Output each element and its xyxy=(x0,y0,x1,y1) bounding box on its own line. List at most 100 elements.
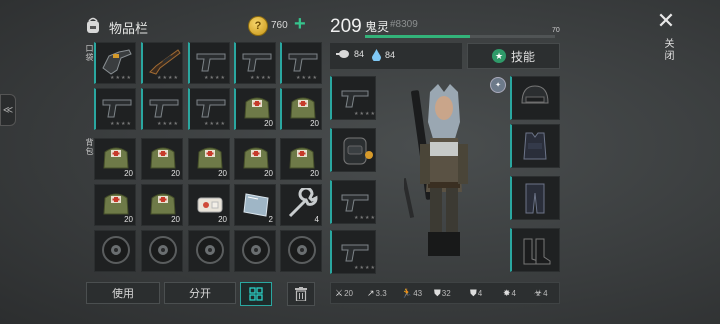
quality-stars: ★★★★ xyxy=(250,75,272,81)
inventory-slot[interactable]: ★★★★ xyxy=(141,88,183,130)
sort-grid-button[interactable] xyxy=(240,282,272,306)
water-stat: 84 xyxy=(372,49,395,61)
pistol-icon xyxy=(149,99,179,118)
inventory-slot[interactable] xyxy=(188,230,230,272)
combat-stat-value: 4 xyxy=(543,289,548,298)
slot-quantity: 20 xyxy=(310,169,319,178)
inventory-slot[interactable] xyxy=(280,230,322,272)
helmet-icon xyxy=(521,85,549,104)
pistol-icon xyxy=(102,99,132,118)
equip-helmet-slot[interactable] xyxy=(510,76,560,120)
character-header: 209 鬼灵 #8309 70 xyxy=(330,14,560,40)
resistance-icon: ✸ xyxy=(503,288,511,298)
combat-stat: ⛊ 4 xyxy=(470,288,482,299)
food-value: 84 xyxy=(354,49,365,59)
slot-quantity: 20 xyxy=(124,215,133,224)
quality-stars: ★★★★ xyxy=(157,75,179,81)
slot-quantity: 20 xyxy=(218,215,227,224)
tactical-vest-icon xyxy=(523,132,547,160)
close-icon: ✕ xyxy=(656,8,676,33)
close-button[interactable]: ✕ xyxy=(655,8,677,33)
inventory-slot[interactable]: 20 xyxy=(94,184,136,226)
trash-button[interactable] xyxy=(287,282,315,306)
survival-stats: 84 84 xyxy=(330,43,462,69)
inventory-slot[interactable]: ★★★★ xyxy=(188,88,230,130)
character-name: 鬼灵 xyxy=(365,20,390,34)
slot-quantity: 20 xyxy=(310,119,319,128)
quality-stars: ★★★★ xyxy=(110,75,132,81)
skills-label: 技能 xyxy=(510,49,535,64)
tire-icon xyxy=(288,236,316,264)
toxic-icon: ☣ xyxy=(534,288,543,298)
inventory-slot[interactable]: 20 xyxy=(188,184,230,226)
combat-stat-value: 4 xyxy=(511,289,516,298)
inventory-slot[interactable]: 20 xyxy=(234,138,276,180)
equip-vest-slot[interactable] xyxy=(510,124,560,168)
clan-badge-icon[interactable]: ✦ xyxy=(490,77,506,93)
inventory-slot[interactable] xyxy=(141,230,183,272)
inventory-slot[interactable]: 20 xyxy=(234,88,276,130)
quality-stars: ★★★★ xyxy=(204,75,226,81)
skills-button[interactable]: ★ 技能 xyxy=(467,43,560,69)
inventory-slot[interactable]: ★★★★ xyxy=(141,42,183,84)
inventory-slot[interactable]: ★★★★ xyxy=(94,88,136,130)
equip-primary-weapon-slot[interactable]: ★★★★ xyxy=(330,76,376,120)
combat-stat-value: 3.3 xyxy=(375,289,387,298)
pistol-icon xyxy=(341,244,369,262)
inventory-slot[interactable]: 20 xyxy=(280,138,322,180)
armor-icon: ⛊ xyxy=(470,288,477,298)
meat-icon xyxy=(336,50,349,58)
combat-stat: 🏃 43 xyxy=(401,288,422,299)
inventory-header: 物品栏 ? 760 + xyxy=(84,13,320,38)
combat-stat: ↗ 3.3 xyxy=(367,288,387,299)
water-drop-icon xyxy=(372,49,381,61)
equip-pants-slot[interactable] xyxy=(510,176,560,220)
equip-secondary-weapon-slot[interactable]: ★★★★ xyxy=(330,180,376,224)
inventory-slot[interactable]: 2 xyxy=(234,184,276,226)
inventory-slot[interactable]: ★★★★ xyxy=(94,42,136,84)
pistol-icon xyxy=(288,53,318,72)
inventory-slot[interactable]: ★★★★ xyxy=(188,42,230,84)
xp-bar xyxy=(365,35,555,38)
inventory-slot[interactable]: 20 xyxy=(188,138,230,180)
combat-stat: ⛊ 32 xyxy=(434,288,451,299)
equip-melee-slot[interactable]: ★★★★ xyxy=(330,230,376,274)
add-coins-button[interactable]: + xyxy=(294,13,306,36)
inventory-slot[interactable]: 20 xyxy=(141,184,183,226)
use-button[interactable]: 使用 xyxy=(86,282,160,304)
inventory-slot[interactable]: ★★★★ xyxy=(280,42,322,84)
medkit-bag-icon xyxy=(243,147,269,169)
pistol-icon xyxy=(341,194,369,212)
runner-icon: 🏃 xyxy=(401,288,413,298)
gun-damage-icon: ↗ xyxy=(367,288,375,298)
tire-icon xyxy=(149,236,177,264)
boots-icon xyxy=(523,238,551,265)
inventory-slot[interactable]: 20 xyxy=(280,88,322,130)
side-panel-toggle[interactable]: ≪ xyxy=(0,94,16,126)
shield-icon: ⛊ xyxy=(434,288,441,298)
slot-quantity: 20 xyxy=(264,169,273,178)
pistol-icon xyxy=(242,53,272,72)
medkit-bag-icon xyxy=(150,193,176,215)
inventory-slot[interactable]: 20 xyxy=(94,138,136,180)
slot-quantity: 4 xyxy=(314,215,319,224)
inventory-slot[interactable] xyxy=(234,230,276,272)
slot-quantity: 20 xyxy=(264,119,273,128)
slot-quantity: 20 xyxy=(218,169,227,178)
inventory-slot[interactable]: ★★★★ xyxy=(234,42,276,84)
inventory-slot[interactable] xyxy=(94,230,136,272)
character-model xyxy=(404,84,468,256)
trash-icon xyxy=(295,287,307,301)
chevron-left-icon: ≪ xyxy=(2,104,14,116)
inventory-slot[interactable]: 20 xyxy=(141,138,183,180)
medkit-bag-icon xyxy=(290,97,316,119)
equip-boots-slot[interactable] xyxy=(510,228,560,272)
combat-pants-icon xyxy=(525,183,545,214)
split-button[interactable]: 分开 xyxy=(164,282,236,304)
tire-icon xyxy=(196,236,224,264)
backpack-icon xyxy=(87,17,99,33)
inventory-slot[interactable]: 4 xyxy=(280,184,322,226)
equip-backpack-slot[interactable] xyxy=(330,128,376,172)
coin-count: 760 xyxy=(271,20,288,31)
combat-stat-value: 32 xyxy=(441,289,451,298)
